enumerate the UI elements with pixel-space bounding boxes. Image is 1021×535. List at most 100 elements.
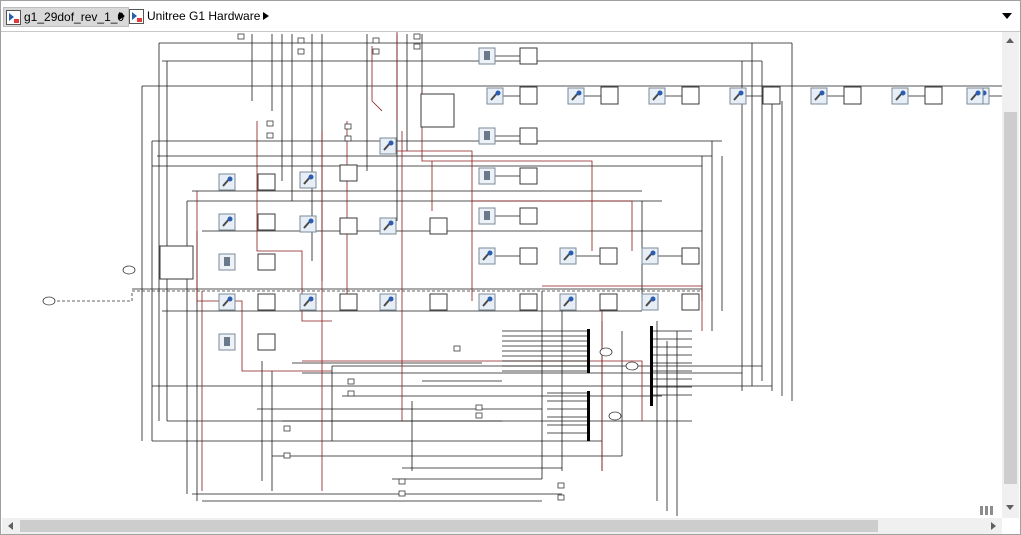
port-block[interactable] xyxy=(453,345,461,352)
terminal-block[interactable] xyxy=(599,347,613,357)
joint-block[interactable] xyxy=(891,87,909,105)
bus-block[interactable] xyxy=(587,391,590,441)
subsystem-block[interactable] xyxy=(519,127,538,145)
subsystem-block[interactable] xyxy=(339,217,358,235)
joint-block[interactable] xyxy=(559,247,577,265)
port-block[interactable] xyxy=(398,478,406,485)
mux-block[interactable] xyxy=(420,93,455,128)
bus-block[interactable] xyxy=(650,326,653,406)
scroll-left-icon[interactable] xyxy=(8,522,13,530)
subsystem-block[interactable] xyxy=(257,253,276,271)
terminal-block[interactable] xyxy=(625,361,639,371)
block-diagram[interactable] xyxy=(2,32,1002,516)
joint-block[interactable] xyxy=(218,173,236,191)
subsystem-block[interactable] xyxy=(429,293,448,311)
subsystem-block[interactable] xyxy=(681,293,700,311)
subsystem-block[interactable] xyxy=(924,86,943,105)
scroll-up-icon[interactable] xyxy=(1006,38,1014,43)
bus-block[interactable] xyxy=(587,329,590,373)
subsystem-block[interactable] xyxy=(257,173,276,191)
subsystem-block[interactable] xyxy=(257,213,276,231)
port-block[interactable] xyxy=(266,120,274,127)
chevron-down-icon[interactable] xyxy=(1002,13,1012,19)
horizontal-scrollbar[interactable] xyxy=(2,518,1002,534)
joint-block[interactable] xyxy=(567,87,585,105)
joint-block[interactable] xyxy=(379,217,397,235)
subsystem-block[interactable] xyxy=(600,86,619,105)
subsystem-block[interactable] xyxy=(519,86,538,105)
port-block[interactable] xyxy=(283,425,291,432)
joint-block[interactable] xyxy=(559,293,577,311)
port-block[interactable] xyxy=(297,37,305,44)
subsystem-block[interactable] xyxy=(339,164,358,182)
port-block[interactable] xyxy=(372,48,380,55)
sensor-block[interactable] xyxy=(478,167,496,185)
subsystem-block[interactable] xyxy=(681,86,700,105)
joint-block[interactable] xyxy=(729,87,747,105)
port-block[interactable] xyxy=(557,494,565,501)
sensor-block[interactable] xyxy=(218,333,236,351)
joint-block[interactable] xyxy=(218,213,236,231)
subsystem-block[interactable] xyxy=(519,293,538,311)
breadcrumb-item-model[interactable]: g1_29dof_rev_1_0 xyxy=(3,7,130,27)
port-block[interactable] xyxy=(266,132,274,139)
breadcrumb-item-subsystem[interactable]: Unitree G1 Hardware xyxy=(129,7,260,25)
joint-block[interactable] xyxy=(299,215,317,233)
subsystem-block[interactable] xyxy=(599,247,618,265)
sensor-block[interactable] xyxy=(478,47,496,65)
port-block[interactable] xyxy=(297,48,305,55)
diagram-canvas[interactable] xyxy=(2,32,1002,516)
port-block[interactable] xyxy=(347,390,355,397)
port-block[interactable] xyxy=(372,37,380,44)
joint-block[interactable] xyxy=(641,293,659,311)
joint-block[interactable] xyxy=(299,171,317,189)
port-block[interactable] xyxy=(347,378,355,385)
resize-grip-icon[interactable] xyxy=(980,506,1000,516)
port-block[interactable] xyxy=(413,43,421,50)
scroll-down-icon[interactable] xyxy=(1006,505,1014,510)
demux-block[interactable] xyxy=(159,245,194,280)
port-block[interactable] xyxy=(398,490,406,497)
port-block[interactable] xyxy=(557,482,565,489)
sensor-block[interactable] xyxy=(218,253,236,271)
subsystem-block[interactable] xyxy=(519,167,538,185)
scroll-right-icon[interactable] xyxy=(991,522,996,530)
subsystem-block[interactable] xyxy=(519,247,538,265)
vertical-scrollbar[interactable] xyxy=(1002,32,1019,518)
subsystem-block[interactable] xyxy=(519,47,538,65)
terminal-block[interactable] xyxy=(122,265,136,275)
joint-block[interactable] xyxy=(810,87,828,105)
subsystem-block[interactable] xyxy=(599,293,618,311)
subsystem-block[interactable] xyxy=(519,207,538,225)
port-block[interactable] xyxy=(413,33,421,40)
subsystem-block[interactable] xyxy=(257,293,276,311)
subsystem-block[interactable] xyxy=(339,293,358,311)
port-block[interactable] xyxy=(283,452,291,459)
terminal-block[interactable] xyxy=(42,296,56,306)
joint-block[interactable] xyxy=(648,87,666,105)
port-block[interactable] xyxy=(237,33,245,40)
port-block[interactable] xyxy=(344,123,352,130)
vertical-scroll-thumb[interactable] xyxy=(1004,112,1017,484)
joint-block[interactable] xyxy=(218,293,236,311)
subsystem-block[interactable] xyxy=(762,86,781,105)
sensor-block[interactable] xyxy=(478,127,496,145)
subsystem-block[interactable] xyxy=(257,333,276,351)
joint-block[interactable] xyxy=(478,247,496,265)
port-block[interactable] xyxy=(475,412,483,419)
joint-block[interactable] xyxy=(641,247,659,265)
joint-block[interactable] xyxy=(966,87,984,105)
joint-block[interactable] xyxy=(486,87,504,105)
horizontal-scroll-thumb[interactable] xyxy=(20,520,878,532)
subsystem-block[interactable] xyxy=(681,247,700,265)
port-block[interactable] xyxy=(475,404,483,411)
joint-block[interactable] xyxy=(379,137,397,155)
joint-block[interactable] xyxy=(478,293,496,311)
joint-block[interactable] xyxy=(299,293,317,311)
sensor-block[interactable] xyxy=(478,207,496,225)
port-block[interactable] xyxy=(344,135,352,142)
terminal-block[interactable] xyxy=(608,411,622,421)
subsystem-block[interactable] xyxy=(429,217,448,235)
joint-block[interactable] xyxy=(379,293,397,311)
subsystem-block[interactable] xyxy=(843,86,862,105)
